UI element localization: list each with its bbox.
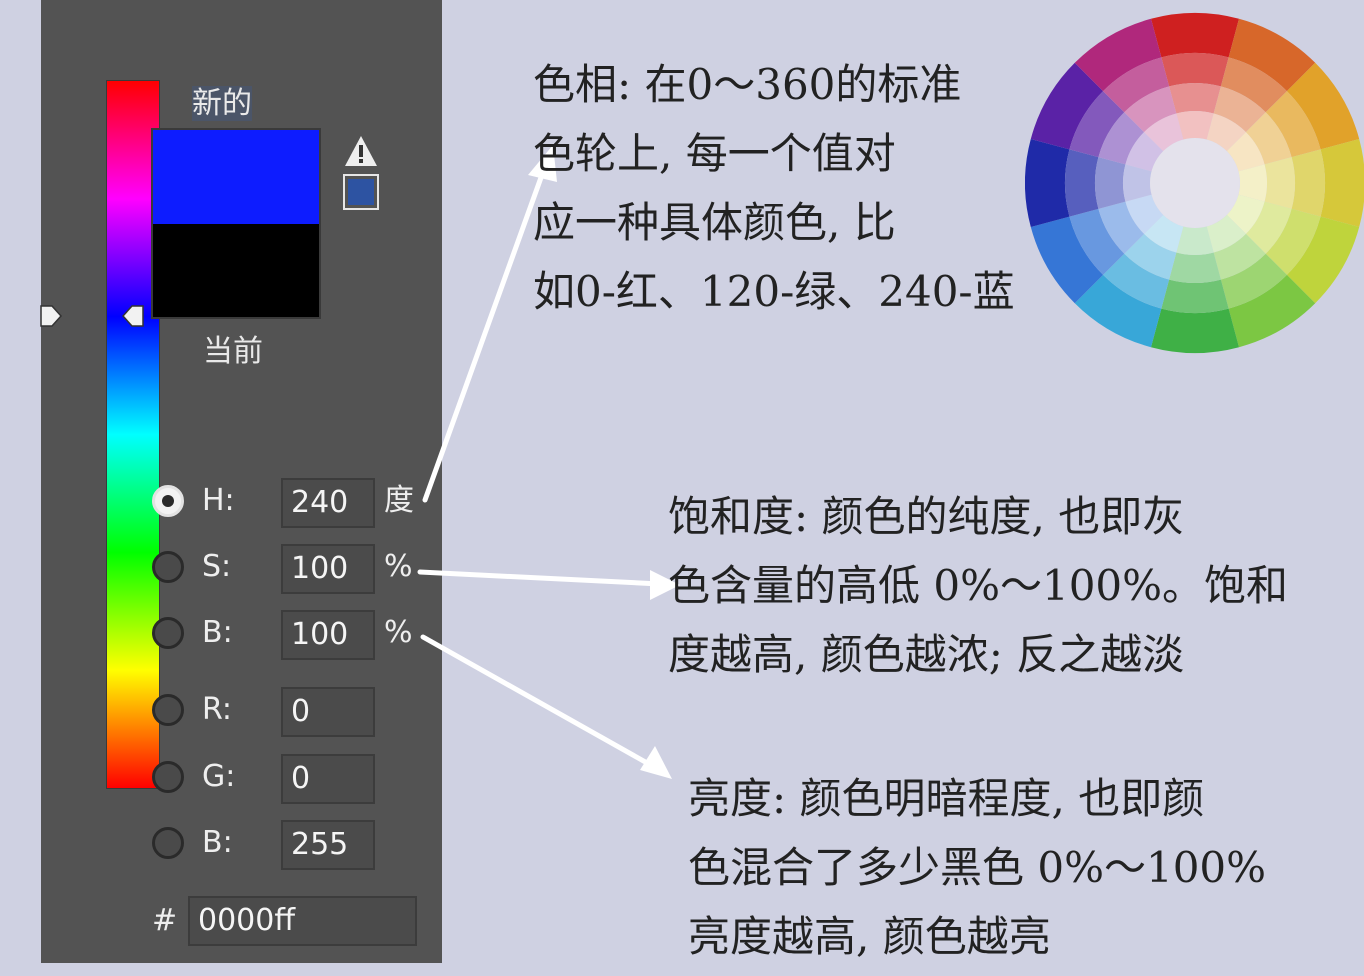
brightness-arrowhead-icon <box>640 746 672 779</box>
hue-explanation: 色相: 在0～360的标准 色轮上, 每一个值对 应一种具体颜色, 比 如0-红… <box>533 50 1015 326</box>
hue-note-line: 应一种具体颜色, 比 <box>533 198 896 247</box>
brightness-note-line: 色混合了多少黑色 0%～100% <box>688 843 1267 892</box>
saturation-explanation: 饱和度: 颜色的纯度, 也即灰 色含量的高低 0%～100%。饱和 度越高, 颜… <box>668 482 1288 689</box>
saturation-note-line: 度越高, 颜色越浓; 反之越淡 <box>668 630 1185 679</box>
brightness-explanation: 亮度: 颜色明暗程度, 也即颜 色混合了多少黑色 0%～100% 亮度越高, 颜… <box>688 764 1266 971</box>
saturation-note-line: 饱和度: 颜色的纯度, 也即灰 <box>668 492 1185 541</box>
brightness-note-line: 亮度越高, 颜色越亮 <box>688 912 1051 961</box>
hue-note-line: 色相: 在0～360的标准 <box>533 60 962 109</box>
hue-arrow-line <box>422 169 546 503</box>
saturation-note-line: 色含量的高低 0%～100%。饱和 <box>668 561 1289 610</box>
hue-note-line: 色轮上, 每一个值对 <box>533 129 896 178</box>
brightness-note-line: 亮度: 颜色明暗程度, 也即颜 <box>688 774 1205 823</box>
brightness-arrow-line <box>420 634 659 771</box>
saturation-arrow-line <box>417 569 663 587</box>
hue-note-line: 如0-红、120-绿、240-蓝 <box>533 267 1015 316</box>
